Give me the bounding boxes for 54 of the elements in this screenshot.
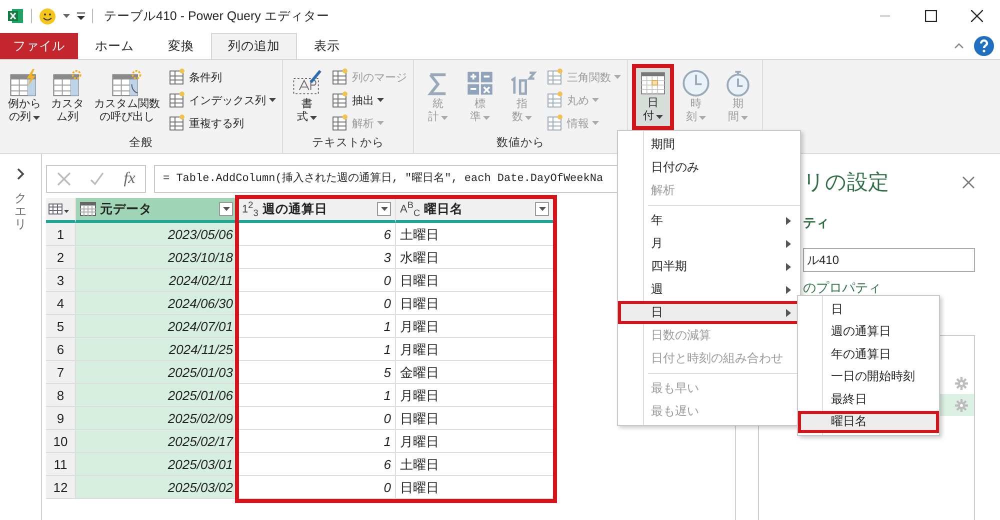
table-cell: 2025/01/03 xyxy=(76,361,238,384)
table-cell: 6 xyxy=(238,453,396,476)
table-cell: 月曜日 xyxy=(396,338,554,361)
row-number: 6 xyxy=(46,338,76,361)
table-cell: 1 xyxy=(238,338,396,361)
row-number: 8 xyxy=(46,384,76,407)
table-cell: 6 xyxy=(238,223,396,246)
row-number: 1 xyxy=(46,223,76,246)
table-cell: 2024/02/11 xyxy=(76,269,238,292)
pane-title: リの設定 xyxy=(803,170,889,196)
table-cell: 日曜日 xyxy=(396,269,554,292)
table-cell: 0 xyxy=(238,269,396,292)
table-cell: 3 xyxy=(238,246,396,269)
row-number: 4 xyxy=(46,292,76,315)
table-cell: 1 xyxy=(238,315,396,338)
table-cell: 金曜日 xyxy=(396,361,554,384)
table-cell: 水曜日 xyxy=(396,246,554,269)
row-number: 3 xyxy=(46,269,76,292)
section-heading: ティ xyxy=(803,214,830,232)
table-cell: 土曜日 xyxy=(396,223,554,246)
row-number: 12 xyxy=(46,476,76,499)
table-cell: 日曜日 xyxy=(396,476,554,499)
table-cell: 0 xyxy=(238,476,396,499)
row-number: 7 xyxy=(46,361,76,384)
table-cell: 月曜日 xyxy=(396,430,554,453)
table-cell: 月曜日 xyxy=(396,315,554,338)
table-cell: 2023/10/18 xyxy=(76,246,238,269)
table-cell: 日曜日 xyxy=(396,407,554,430)
table-cell: 0 xyxy=(238,292,396,315)
group-label: 全般 xyxy=(128,136,154,152)
table-cell: 2024/07/01 xyxy=(76,315,238,338)
table-cell: 2023/05/06 xyxy=(76,223,238,246)
table-cell: 2025/02/09 xyxy=(76,407,238,430)
row-number: 11 xyxy=(46,453,76,476)
table-cell: 1 xyxy=(238,430,396,453)
table-cell: 2025/03/01 xyxy=(76,453,238,476)
table-cell: 0 xyxy=(238,407,396,430)
table-cell: 日曜日 xyxy=(396,292,554,315)
table-cell: 2024/11/25 xyxy=(76,338,238,361)
row-number: 10 xyxy=(46,430,76,453)
table-cell: 1 xyxy=(238,384,396,407)
table-cell: 2025/01/06 xyxy=(76,384,238,407)
table-cell: 土曜日 xyxy=(396,453,554,476)
table-cell: 5 xyxy=(238,361,396,384)
row-number: 2 xyxy=(46,246,76,269)
table-cell: 月曜日 xyxy=(396,384,554,407)
group-label: テキストから xyxy=(311,136,385,152)
row-number: 9 xyxy=(46,407,76,430)
table-cell: 2024/06/30 xyxy=(76,292,238,315)
table-cell: 2025/03/02 xyxy=(76,476,238,499)
row-number: 5 xyxy=(46,315,76,338)
group-label: 数値から xyxy=(496,136,546,152)
table-cell: 2025/02/17 xyxy=(76,430,238,453)
window-title: テーブル410 - Power Query エディター xyxy=(104,8,330,24)
